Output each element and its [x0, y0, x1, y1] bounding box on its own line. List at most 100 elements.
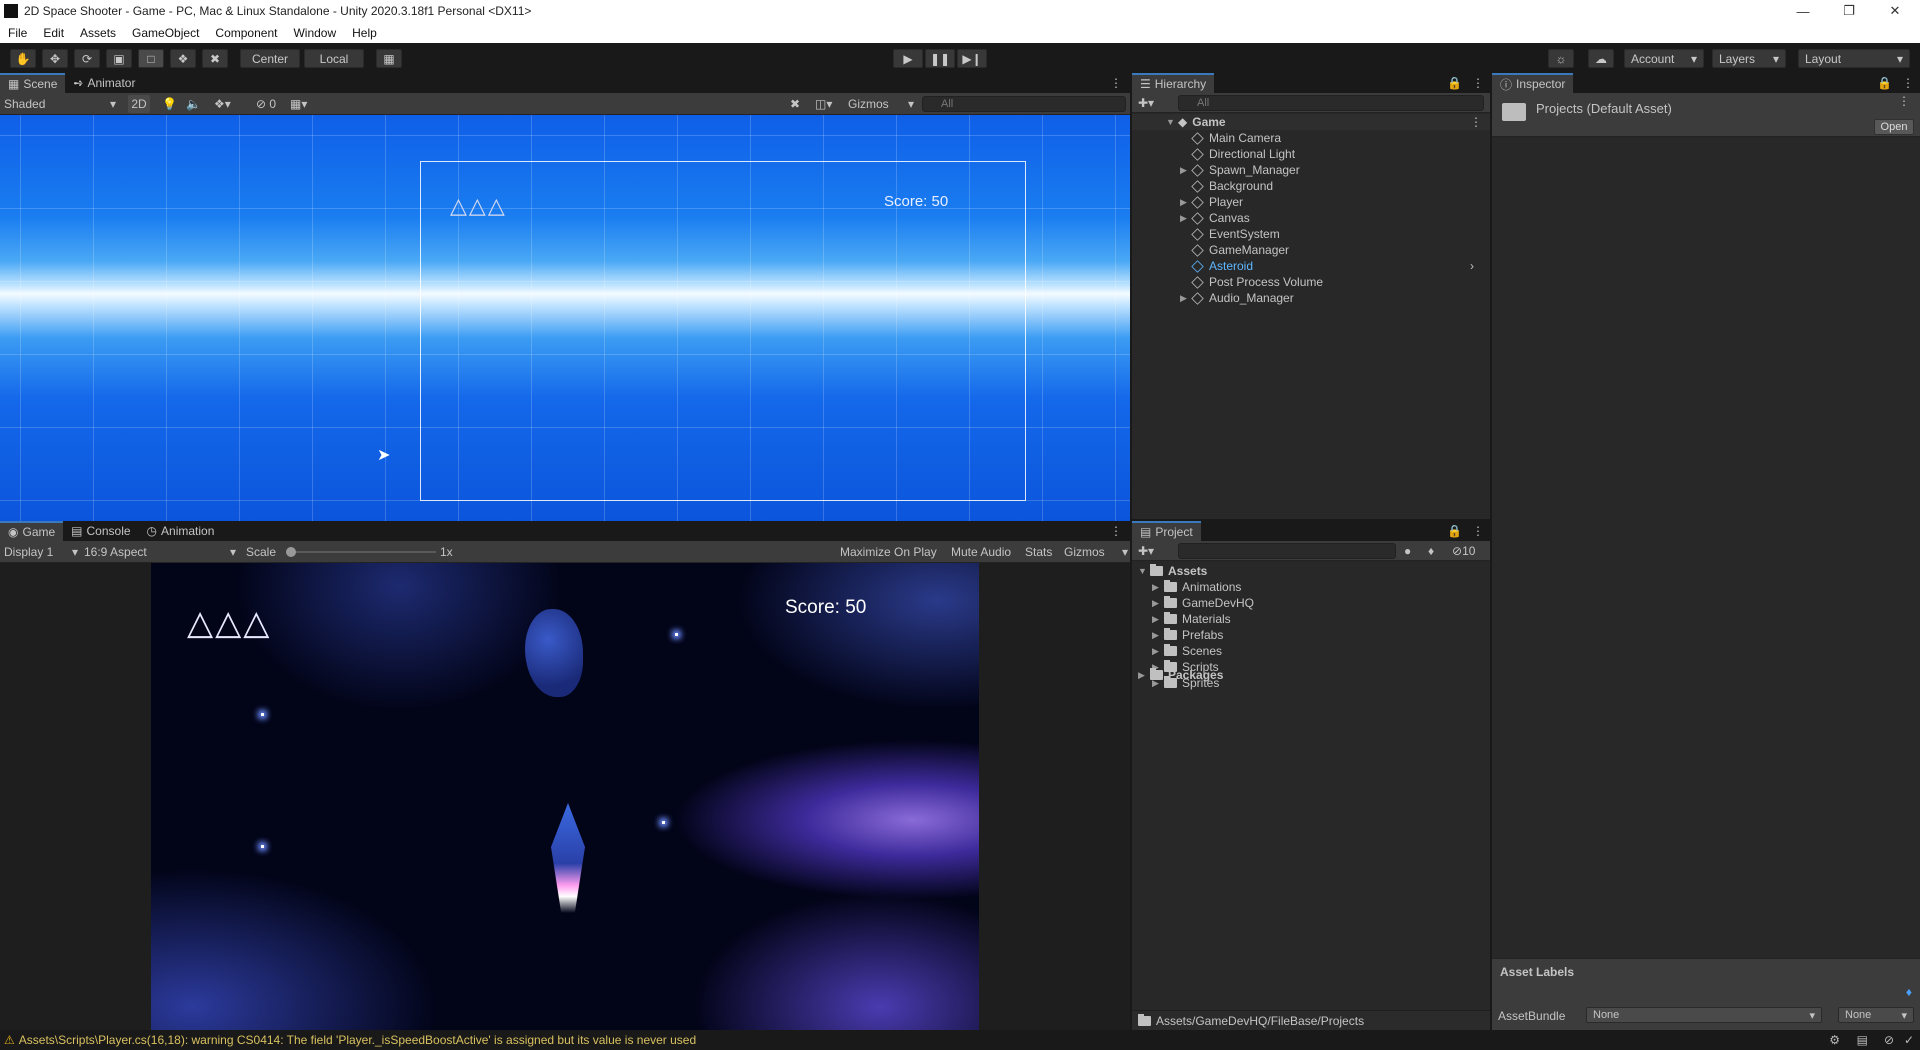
tools-icon[interactable]: ✖ [790, 95, 800, 113]
project-search-input[interactable] [1178, 543, 1396, 559]
asset-bundle-variant-dropdown[interactable]: None ▾ [1838, 1007, 1914, 1023]
auto-gi-icon[interactable]: ⊘ [1884, 1033, 1894, 1047]
expand-arrow-icon[interactable]: ▶ [1152, 598, 1164, 609]
lock-icon[interactable]: 🔒 [1443, 73, 1466, 93]
tab-scene[interactable]: ▦ Scene [0, 73, 66, 93]
add-object-button[interactable]: ✚▾ [1138, 94, 1154, 112]
minimize-icon[interactable]: — [1780, 0, 1826, 22]
rotate-tool-icon[interactable]: ⟳ [74, 49, 100, 68]
cloud-icon[interactable]: ☁ [1588, 49, 1614, 68]
hierarchy-item[interactable]: Main Camera [1180, 130, 1281, 146]
tab-project[interactable]: ▤ Project [1132, 521, 1201, 541]
aspect-dropdown[interactable]: 16:9 Aspect ▾ [84, 543, 236, 561]
grid-icon[interactable]: ▦▾ [290, 95, 307, 113]
game-gizmos-dropdown[interactable]: Gizmos ▾ [1064, 543, 1128, 561]
layout-dropdown[interactable]: Layout ▾ [1798, 49, 1910, 68]
project-folder-item[interactable]: ▶ GameDevHQ [1152, 595, 1254, 611]
hierarchy-item[interactable]: ▶ Audio_Manager [1180, 290, 1294, 306]
menu-file[interactable]: File [0, 26, 35, 40]
menu-window[interactable]: Window [285, 26, 344, 40]
expand-arrow-icon[interactable]: ▶ [1152, 582, 1164, 593]
scene-menu-icon[interactable]: ⋮ [1470, 115, 1482, 129]
project-folder-item[interactable]: ▶ Scenes [1152, 643, 1222, 659]
project-assets-root[interactable]: ▼ Assets [1138, 563, 1207, 579]
hierarchy-item[interactable]: ▶ Canvas [1180, 210, 1250, 226]
panel-menu-icon[interactable]: ⋮ [1102, 521, 1130, 541]
menu-assets[interactable]: Assets [72, 26, 124, 40]
project-folder-item[interactable]: ▶ Prefabs [1152, 627, 1223, 643]
tab-hierarchy[interactable]: ☰ Hierarchy [1132, 73, 1215, 93]
hierarchy-search-input[interactable]: All [1178, 95, 1484, 111]
hidden-packages-toggle[interactable]: ⊘ 10 [1452, 542, 1475, 560]
close-icon[interactable]: ✕ [1872, 0, 1918, 22]
scale-slider-handle[interactable] [286, 547, 296, 557]
scene-search-input[interactable]: All [922, 96, 1126, 112]
pause-button[interactable]: ❚❚ [925, 49, 955, 68]
layers-dropdown[interactable]: Layers ▾ [1712, 49, 1786, 68]
hierarchy-item[interactable]: GameManager [1180, 242, 1289, 258]
hand-tool-icon[interactable]: ✋ [10, 49, 36, 68]
audio-icon[interactable]: 🔈 [186, 95, 201, 113]
hierarchy-item[interactable]: ▶ Spawn_Manager [1180, 162, 1300, 178]
pivot-center-toggle[interactable]: Center [240, 49, 300, 68]
lock-icon[interactable]: 🔒 [1443, 521, 1466, 541]
gizmos-dropdown[interactable]: Gizmos ▾ [848, 95, 914, 113]
hierarchy-item[interactable]: Asteroid › [1180, 258, 1474, 274]
expand-arrow-icon[interactable]: ▶ [1152, 614, 1164, 625]
status-bar[interactable]: ⚠ Assets\Scripts\Player.cs(16,18): warni… [0, 1030, 1920, 1050]
expand-arrow-icon[interactable]: ▶ [1152, 646, 1164, 657]
menu-gameobject[interactable]: GameObject [124, 26, 207, 40]
lock-icon[interactable]: 🔒 [1873, 73, 1896, 93]
transform-tool-icon[interactable]: ❖ [170, 49, 196, 68]
filter-type-icon[interactable]: ● [1404, 542, 1411, 560]
grid-snap-icon[interactable]: ▦ [376, 49, 402, 68]
tab-game[interactable]: ◉ Game [0, 521, 64, 541]
display-dropdown[interactable]: Display 1 ▾ [4, 543, 78, 561]
mute-audio-toggle[interactable]: Mute Audio [951, 543, 1011, 561]
label-tag-icon[interactable]: ♦ [1906, 985, 1912, 999]
project-packages-root[interactable]: ▶ Packages [1138, 667, 1223, 683]
pivot-local-toggle[interactable]: Local [304, 49, 364, 68]
camera-icon[interactable]: ◫▾ [815, 95, 832, 113]
effects-icon[interactable]: ❖▾ [214, 95, 231, 113]
menu-component[interactable]: Component [207, 26, 285, 40]
project-folder-item[interactable]: ▶ Animations [1152, 579, 1241, 595]
move-tool-icon[interactable]: ✥ [42, 49, 68, 68]
hierarchy-item[interactable]: ▶ Player [1180, 194, 1243, 210]
shading-mode-dropdown[interactable]: Shaded ▾ [4, 95, 116, 113]
scale-tool-icon[interactable]: ▣ [106, 49, 132, 68]
inspector-menu-icon[interactable]: ⋮ [1898, 94, 1910, 108]
mode-2d-toggle[interactable]: 2D [128, 95, 150, 113]
play-button[interactable]: ▶ [893, 49, 923, 68]
create-asset-button[interactable]: ✚▾ [1138, 542, 1154, 560]
project-folder-item[interactable]: ▶ Materials [1152, 611, 1231, 627]
step-button[interactable]: ▶❙ [957, 49, 987, 68]
game-viewport[interactable]: △△△ Score: 50 [151, 563, 979, 1030]
tab-animation[interactable]: ◷ Animation [139, 521, 223, 541]
progress-icon[interactable]: ✓ [1904, 1033, 1914, 1047]
tab-animator[interactable]: ➺ Animator [65, 73, 143, 93]
panel-menu-icon[interactable]: ⋮ [1102, 73, 1130, 93]
scene-viewport[interactable]: △△△ Score: 50 ➤ [0, 115, 1130, 521]
open-button[interactable]: Open [1874, 119, 1914, 135]
asset-bundle-dropdown[interactable]: None ▾ [1586, 1007, 1822, 1023]
panel-menu-icon[interactable]: ⋮ [1466, 73, 1490, 93]
restore-icon[interactable]: ❐ [1826, 0, 1872, 22]
lighting-icon[interactable]: 💡 [162, 95, 177, 113]
custom-tool-icon[interactable]: ✖ [202, 49, 228, 68]
collab-icon[interactable]: ☼ [1548, 49, 1574, 68]
hierarchy-scene-root[interactable]: ▼ ◆ Game ⋮ [1132, 114, 1490, 130]
scale-slider[interactable] [286, 543, 436, 561]
account-dropdown[interactable]: Account ▾ [1624, 49, 1704, 68]
tab-inspector[interactable]: ⓘ Inspector [1492, 73, 1574, 93]
expand-arrow-icon[interactable]: ▶ [1152, 630, 1164, 641]
tab-console[interactable]: ▤ Console [63, 521, 138, 541]
panel-menu-icon[interactable]: ⋮ [1466, 521, 1490, 541]
maximize-on-play-toggle[interactable]: Maximize On Play [840, 543, 937, 561]
filter-label-icon[interactable]: ♦ [1428, 542, 1434, 560]
hierarchy-item[interactable]: Background [1180, 178, 1273, 194]
hierarchy-item[interactable]: EventSystem [1180, 226, 1280, 242]
panel-menu-icon[interactable]: ⋮ [1896, 73, 1920, 93]
hierarchy-item[interactable]: Directional Light [1180, 146, 1295, 162]
hidden-objects-toggle[interactable]: ⊘ 0 [256, 95, 276, 113]
